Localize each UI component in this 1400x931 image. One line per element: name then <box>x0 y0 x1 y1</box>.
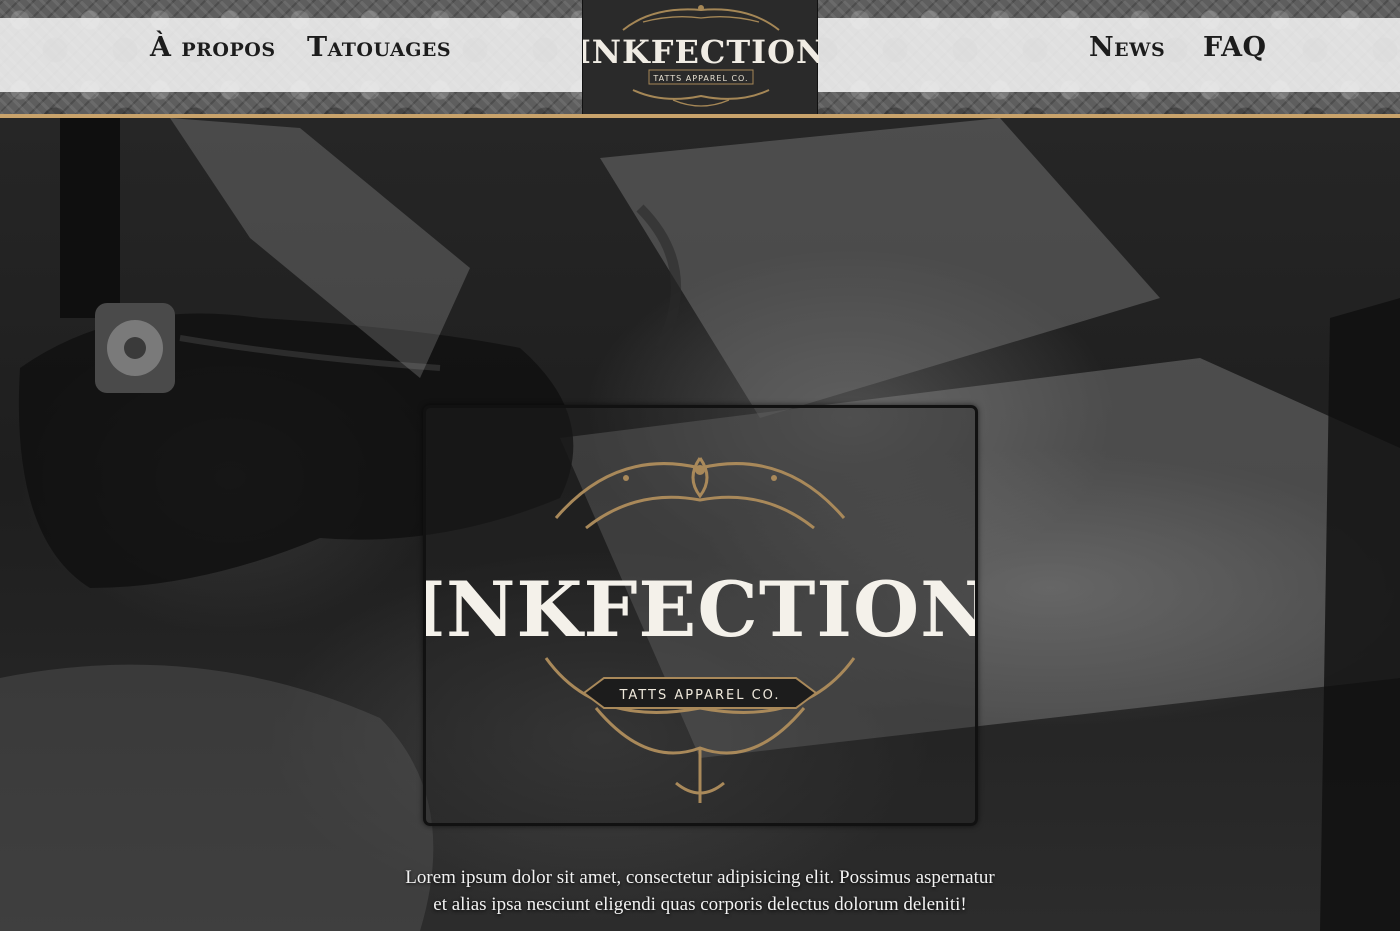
nav-band-left <box>0 18 582 92</box>
header-logo-wordmark: INKFECTION <box>583 33 819 71</box>
site-header: À propos Tatouages News FAQ INKFECTION T… <box>0 0 1400 114</box>
hero-section: INKFECTION TATTS APPAREL CO. Lorem ipsum… <box>0 118 1400 931</box>
hero-logo-wordmark: INKFECTION <box>426 565 975 654</box>
hero-logo-frame: INKFECTION TATTS APPAREL CO. <box>409 405 990 826</box>
header-logo[interactable]: INKFECTION TATTS APPAREL CO. <box>576 0 825 114</box>
hero-logo-tagline: TATTS APPAREL CO. <box>618 688 780 703</box>
hero-logo-emblem: INKFECTION TATTS APPAREL CO. <box>409 457 990 803</box>
hero-description: Lorem ipsum dolor sit amet, consectetur … <box>405 867 995 915</box>
header-logo-emblem: INKFECTION TATTS APPAREL CO. <box>576 5 825 107</box>
header-logo-tagline: TATTS APPAREL CO. <box>652 74 748 83</box>
nav-link-a-propos[interactable]: À propos <box>150 32 276 63</box>
nav-link-news[interactable]: News <box>1089 32 1165 63</box>
nav-link-tatouages[interactable]: Tatouages <box>307 32 451 63</box>
nav-link-faq[interactable]: FAQ <box>1203 32 1267 63</box>
